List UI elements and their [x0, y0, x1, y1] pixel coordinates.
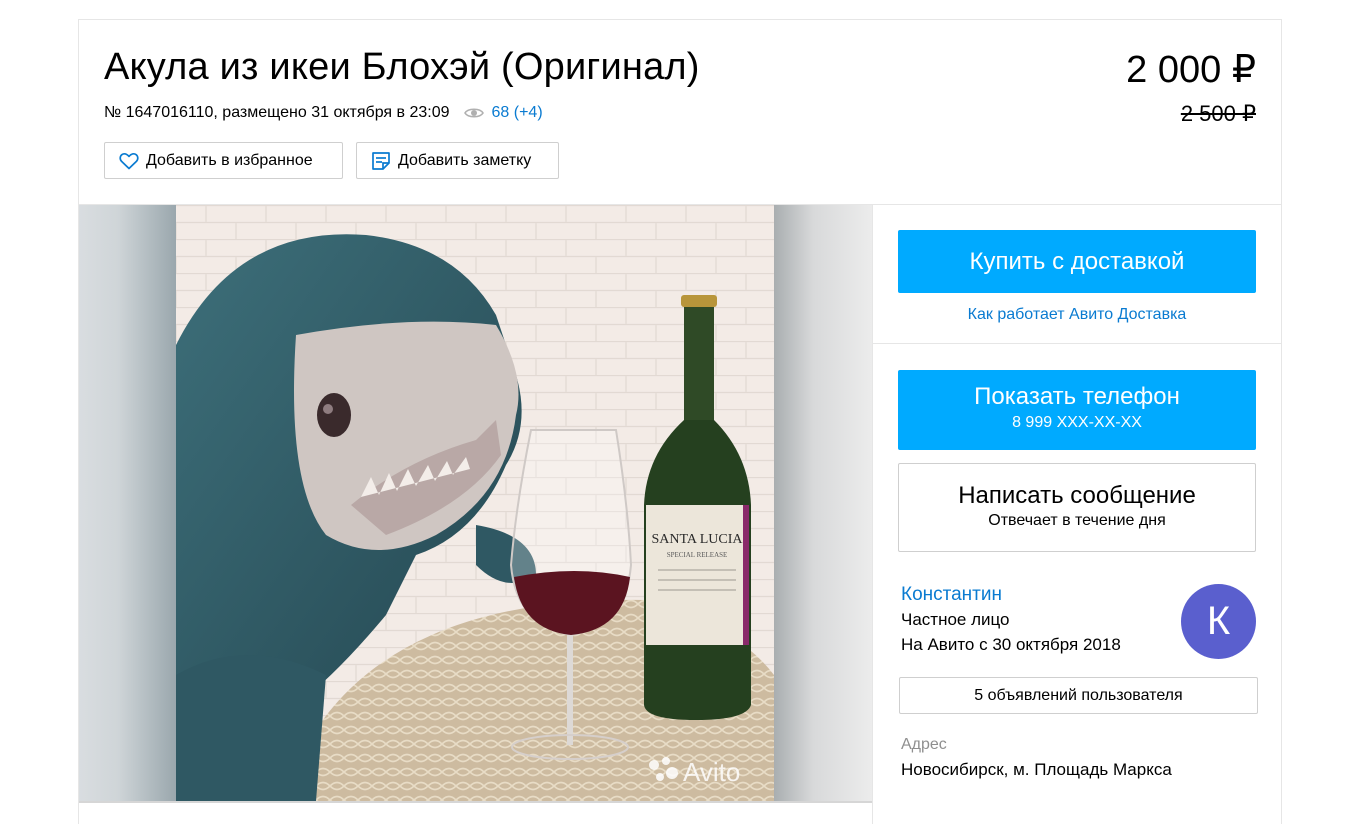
photo-gallery[interactable]: SANTA LUCIA SPECIAL RELEASE Avito	[79, 205, 872, 801]
bottle-label-title: SANTA LUCIA	[651, 532, 743, 547]
show-phone-label: Показать телефон	[974, 383, 1180, 410]
avatar[interactable]: К	[1181, 584, 1256, 659]
views-count[interactable]: 68 (+4)	[492, 104, 543, 122]
old-price: 2 500 ₽	[1180, 101, 1256, 126]
buy-with-delivery-button[interactable]: Купить с доставкой	[898, 230, 1256, 293]
note-icon	[372, 151, 390, 170]
address-value: Новосибирск, м. Площадь Маркса	[901, 760, 1172, 779]
listing-title: Акула из икеи Блохэй (Оригинал)	[104, 46, 700, 88]
gallery-blur-right	[774, 205, 872, 801]
show-phone-button[interactable]: Показать телефон 8 999 XXX-XX-XX	[898, 370, 1256, 450]
write-message-label: Написать сообщение	[958, 482, 1196, 509]
sidebar-divider	[872, 205, 873, 824]
listing-number-date: № 1647016110, размещено 31 октября в 23:…	[104, 104, 450, 121]
delivery-info-link[interactable]: Как работает Авито Доставка	[898, 306, 1256, 324]
gallery-bottom-border	[79, 801, 872, 803]
write-message-button[interactable]: Написать сообщение Отвечает в течение дн…	[898, 463, 1256, 552]
watermark-text: Avito	[683, 757, 740, 787]
bottle-label-sub: SPECIAL RELEASE	[667, 551, 728, 559]
add-to-favorites-button[interactable]: Добавить в избранное	[104, 142, 343, 179]
gallery-blur-left	[79, 205, 176, 801]
listing-meta: № 1647016110, размещено 31 октября в 23:…	[104, 104, 543, 122]
eye-icon	[463, 108, 484, 118]
add-to-favorites-label: Добавить в избранное	[146, 151, 313, 169]
seller-type: Частное лицо	[901, 610, 1010, 629]
user-ads-button[interactable]: 5 объявлений пользователя	[899, 677, 1258, 714]
price: 2 000 ₽	[1126, 49, 1256, 91]
sidebar-section-divider	[873, 343, 1282, 344]
seller-name-link[interactable]: Константин	[901, 584, 1002, 606]
heart-icon	[119, 152, 139, 169]
phone-number: 8 999 XXX-XX-XX	[1012, 414, 1142, 431]
listing-photo[interactable]: SANTA LUCIA SPECIAL RELEASE Avito	[176, 205, 774, 801]
seller-since: На Авито с 30 октября 2018	[901, 635, 1121, 654]
add-note-label: Добавить заметку	[398, 151, 532, 169]
address-label: Адрес	[901, 736, 947, 753]
add-note-button[interactable]: Добавить заметку	[356, 142, 559, 179]
response-time: Отвечает в течение дня	[988, 512, 1166, 529]
